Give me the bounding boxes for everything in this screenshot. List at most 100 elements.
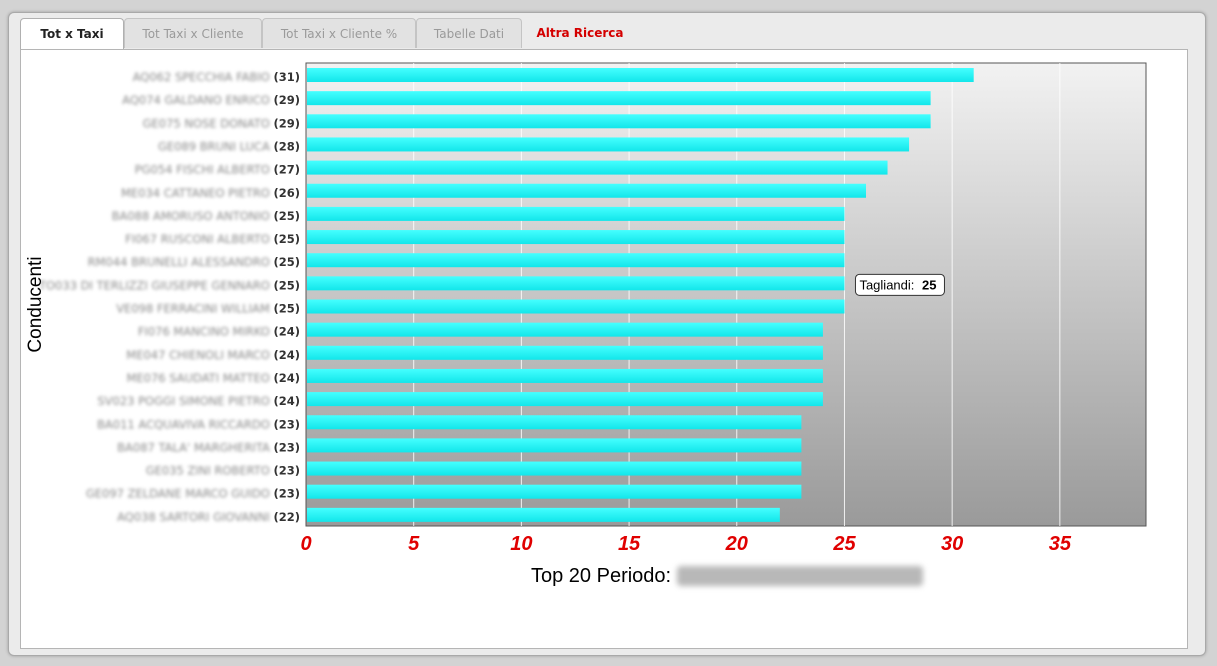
category-name: BA088 AMORUSO ANTONIO (112, 209, 274, 223)
category-value: (26) (273, 186, 300, 200)
category-value: (25) (273, 278, 300, 292)
bar[interactable] (307, 415, 802, 430)
bar[interactable] (307, 253, 845, 268)
x-axis-title-text: Top 20 Periodo: (531, 565, 671, 587)
bar[interactable] (307, 368, 823, 383)
x-tick-label: 30 (941, 533, 963, 555)
x-tick-label: 35 (1049, 533, 1072, 555)
x-axis-title: Top 20 Periodo: (531, 565, 923, 587)
category-label: TO033 DI TERLIZZI GIUSEPPE GENNARO (25) (38, 278, 300, 292)
category-name: AQ038 SARTORI GIOVANNI (117, 510, 273, 524)
category-label: GE035 ZINI ROBERTO (23) (146, 464, 300, 478)
tooltip-value: 25 (922, 277, 936, 292)
y-axis-title: Conducenti (25, 256, 46, 352)
category-label: BA087 TALA' MARGHERITA (23) (117, 440, 300, 454)
category-name: GE035 ZINI ROBERTO (146, 464, 274, 478)
category-name: AQ062 SPECCHIA FABIO (133, 70, 274, 84)
category-name: TO033 DI TERLIZZI GIUSEPPE GENNARO (38, 278, 274, 292)
category-name: AQ074 GALDANO ENRICO (122, 93, 273, 107)
bar[interactable] (307, 183, 866, 198)
period-redacted (677, 566, 923, 586)
category-value: (24) (273, 371, 300, 385)
category-value: (24) (273, 325, 300, 339)
bar[interactable] (307, 345, 823, 360)
x-tick-label: 5 (408, 533, 420, 555)
category-label: AQ074 GALDANO ENRICO (29) (122, 93, 300, 107)
x-tick-labels: 0 5 10 15 20 25 30 35 (300, 533, 1071, 555)
category-label: ME047 CHIENOLI MARCO (24) (126, 348, 300, 362)
app-window: Tot x Taxi Tot Taxi x Cliente Tot Taxi x… (8, 12, 1206, 656)
category-label: FI067 RUSCONI ALBERTO (25) (125, 232, 300, 246)
bar[interactable] (307, 276, 845, 291)
category-value: (29) (273, 93, 300, 107)
category-value: (27) (273, 163, 300, 177)
tab-altra-ricerca[interactable]: Altra Ricerca (530, 18, 630, 48)
category-name: GE097 ZELDANE MARCO GUIDO (86, 487, 274, 501)
category-name: BA011 ACQUAVIVA RICCARDO (97, 417, 273, 431)
bar[interactable] (307, 230, 845, 245)
category-label: GE097 ZELDANE MARCO GUIDO (23) (86, 487, 300, 501)
x-tick-label: 15 (618, 533, 641, 555)
category-value: (28) (273, 139, 300, 153)
bar[interactable] (307, 392, 823, 407)
category-label: GE075 NOSE DONATO (29) (143, 116, 300, 130)
bar[interactable] (307, 299, 845, 314)
plot-area (305, 62, 1147, 527)
x-tick-label: 20 (725, 533, 748, 555)
category-value: (25) (273, 302, 300, 316)
category-value: (23) (273, 417, 300, 431)
category-value: (25) (273, 232, 300, 246)
tooltip-text: Tagliandi: 25 (859, 277, 936, 292)
tab-tot-taxi-x-cliente-percent[interactable]: Tot Taxi x Cliente % (262, 18, 416, 48)
bar[interactable] (307, 160, 888, 175)
tab-tot-x-taxi[interactable]: Tot x Taxi (20, 18, 124, 50)
category-value: (25) (273, 209, 300, 223)
bar[interactable] (307, 322, 823, 337)
category-label: GE089 BRUNI LUCA (28) (158, 139, 300, 153)
category-value: (22) (273, 510, 300, 524)
category-value: (24) (273, 394, 300, 408)
category-value: (31) (273, 70, 300, 84)
bar[interactable] (307, 206, 845, 221)
category-value: (25) (273, 255, 300, 269)
category-value: (23) (273, 440, 300, 454)
tab-tot-taxi-x-cliente[interactable]: Tot Taxi x Cliente (124, 18, 262, 48)
bar[interactable] (307, 137, 910, 152)
category-label: AQ062 SPECCHIA FABIO (31) (133, 70, 300, 84)
category-value: (23) (273, 464, 300, 478)
category-value: (29) (273, 116, 300, 130)
tooltip: Tagliandi: 25 (854, 273, 945, 296)
category-name: PG054 FISCHI ALBERTO (135, 163, 274, 177)
category-name: GE089 BRUNI LUCA (158, 139, 274, 153)
bar[interactable] (307, 507, 780, 522)
category-name: FI067 RUSCONI ALBERTO (125, 232, 273, 246)
category-name: ME076 SAUDATI MATTEO (126, 371, 273, 385)
category-name: GE075 NOSE DONATO (143, 116, 274, 130)
category-label: BA011 ACQUAVIVA RICCARDO (23) (97, 417, 300, 431)
category-name: SV023 POGGI SIMONE PIETRO (97, 394, 273, 408)
category-labels: AQ062 SPECCHIA FABIO (31)AQ074 GALDANO E… (38, 70, 300, 524)
bar[interactable] (307, 461, 802, 476)
category-label: AQ038 SARTORI GIOVANNI (22) (117, 510, 300, 524)
category-label: RM044 BRUNELLI ALESSANDRO (25) (88, 255, 300, 269)
category-label: VE098 FERRACINI WILLIAM (25) (116, 302, 300, 316)
bar-chart: AQ062 SPECCHIA FABIO (31)AQ074 GALDANO E… (25, 62, 1147, 587)
bar[interactable] (307, 68, 974, 82)
category-label: ME034 CATTANEO PIETRO (26) (121, 186, 300, 200)
bar[interactable] (307, 114, 931, 129)
category-name: VE098 FERRACINI WILLIAM (116, 302, 273, 316)
category-value: (23) (273, 487, 300, 501)
tab-tabelle-dati[interactable]: Tabelle Dati (416, 18, 522, 48)
x-tick-label: 25 (832, 533, 856, 555)
bar[interactable] (307, 438, 802, 453)
category-label: SV023 POGGI SIMONE PIETRO (24) (97, 394, 300, 408)
bar[interactable] (307, 91, 931, 106)
category-name: ME034 CATTANEO PIETRO (121, 186, 274, 200)
category-name: BA087 TALA' MARGHERITA (117, 440, 273, 454)
x-tick-label: 0 (300, 533, 311, 555)
category-name: FI076 MANCINO MIRKO (138, 325, 274, 339)
bar[interactable] (307, 484, 802, 499)
category-label: ME076 SAUDATI MATTEO (24) (126, 371, 300, 385)
category-name: ME047 CHIENOLI MARCO (126, 348, 273, 362)
x-tick-label: 10 (510, 533, 532, 555)
